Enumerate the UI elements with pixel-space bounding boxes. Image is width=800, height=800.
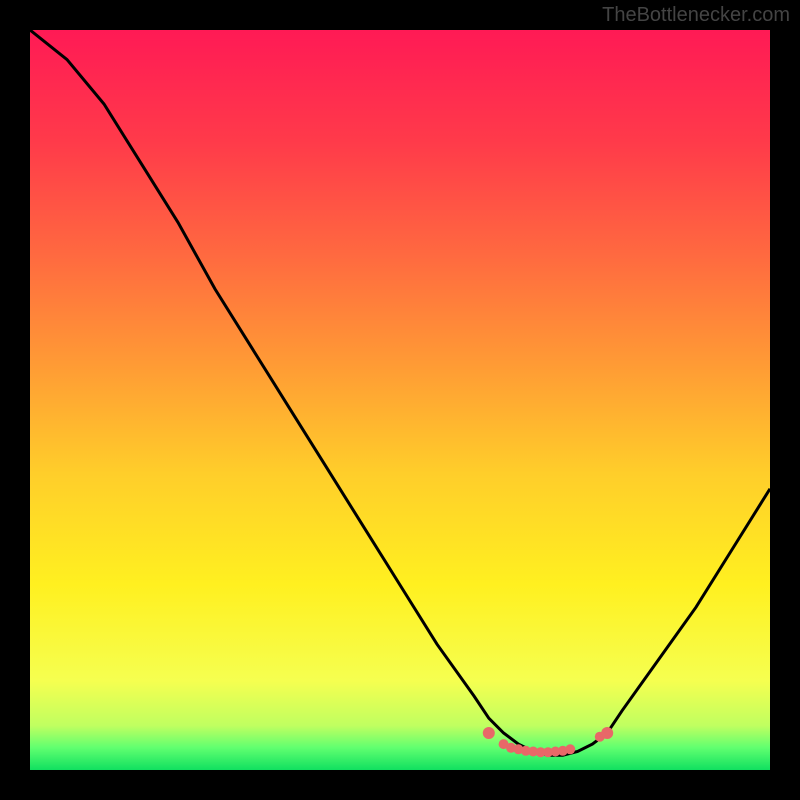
marker-point [565, 744, 575, 754]
marker-point [483, 727, 495, 739]
chart-area [30, 30, 770, 770]
marker-point [601, 727, 613, 739]
watermark-text: TheBottlenecker.com [602, 4, 790, 27]
chart-svg [30, 30, 770, 770]
